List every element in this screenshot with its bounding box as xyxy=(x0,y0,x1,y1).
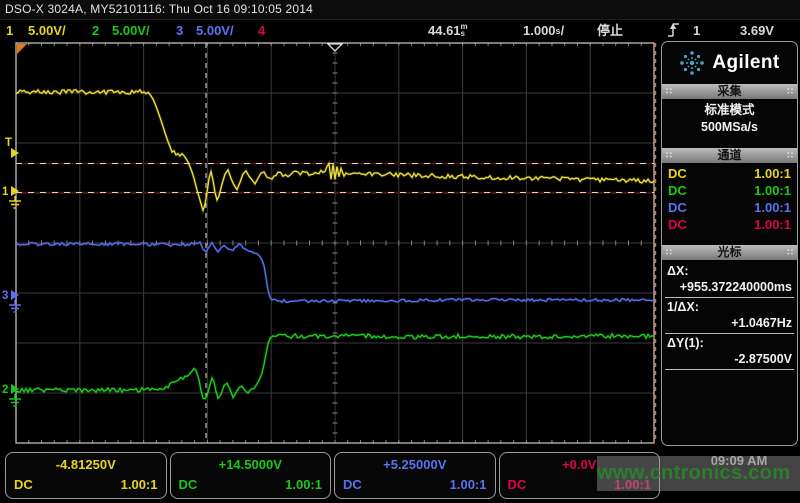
channel-2-ref-label: 2 xyxy=(2,384,8,396)
footer-channel-box-1[interactable]: -4.81250VDC 1.00:1 xyxy=(5,452,167,499)
watermark-text: www.cntronics.com xyxy=(597,462,790,485)
channel-1-ref-label: 1 xyxy=(2,186,9,198)
sample-rate: 500MSa/s xyxy=(662,119,797,136)
watermark-banner: www.cntronics.com xyxy=(597,456,800,491)
cursor-label: ΔY(1): xyxy=(667,335,792,351)
coupling: DC xyxy=(668,216,687,233)
brand-name: Agilent xyxy=(712,52,779,74)
ground-icon xyxy=(9,300,21,312)
sidebar-channel-row-2[interactable]: DC 1.00:1 xyxy=(662,182,797,199)
section-title: 通道 xyxy=(672,148,788,163)
cursor-label: 1/ΔX: xyxy=(667,299,792,315)
coupling: DC xyxy=(179,475,198,495)
time-reference-marker xyxy=(328,44,342,51)
probe-ratio: 1.00:1 xyxy=(754,165,791,182)
trigger-offscreen-arrow xyxy=(17,44,27,54)
probe-ratio: 1.00:1 xyxy=(754,182,791,199)
coupling: DC xyxy=(343,475,362,495)
probe-ratio: 1.00:1 xyxy=(450,475,487,495)
cursor-readout-3: ΔY(1):-2.87500V xyxy=(665,334,794,370)
trigger-level[interactable]: 3.69V xyxy=(740,20,774,41)
probe-ratio: 1.00:1 xyxy=(754,216,791,233)
coupling: DC xyxy=(668,165,687,182)
grip-icon: ∷ xyxy=(787,148,793,163)
channel-measurement: +14.5000V xyxy=(179,455,323,475)
probe-ratio: 1.00:1 xyxy=(285,475,322,495)
agilent-logo-icon xyxy=(679,50,705,76)
sidebar-panel: Agilent ∷ 采集 ∷ 标准模式 500MSa/s ∷ 通道 ∷ DC 1.… xyxy=(661,41,798,446)
coupling: DC xyxy=(668,182,687,199)
footer-channel-boxes: -4.81250VDC1.00:1+14.5000VDC1.00:1+5.250… xyxy=(5,452,660,499)
grip-icon: ∷ xyxy=(787,84,793,99)
section-title: 光标 xyxy=(672,245,788,260)
ground-icon xyxy=(9,196,21,208)
coupling: DC xyxy=(668,199,687,216)
trigger-slope-icon xyxy=(666,20,681,41)
footer-channel-box-2[interactable]: +14.5000VDC 1.00:1 xyxy=(170,452,332,499)
section-header-cursors[interactable]: ∷ 光标 ∷ xyxy=(662,245,797,260)
brand-row: Agilent xyxy=(662,42,797,84)
scope-display: T 1 3 2 xyxy=(0,0,662,452)
oscilloscope-screen: DSO-X 3024A, MY52101116: Thu Oct 16 09:1… xyxy=(0,0,800,503)
footer-channel-box-3[interactable]: +5.25000VDC 1.00:1 xyxy=(334,452,496,499)
channel-1-ref-marker xyxy=(11,186,19,196)
section-header-acquisition[interactable]: ∷ 采集 ∷ xyxy=(662,84,797,99)
coupling: DC xyxy=(508,475,527,495)
cursor-readout-1: ΔX:+955.372240000ms xyxy=(665,262,794,298)
sidebar-channel-row-1[interactable]: DC 1.00:1 xyxy=(662,165,797,182)
trigger-level-label: T xyxy=(5,137,12,149)
ground-icon xyxy=(9,394,21,406)
sidebar-channel-row-4[interactable]: DC 1.00:1 xyxy=(662,216,797,233)
trigger-level-marker xyxy=(11,148,19,158)
channel-3-ref-label: 3 xyxy=(2,290,8,302)
cursor-value: +1.0467Hz xyxy=(667,315,792,331)
acquisition-info: 标准模式 500MSa/s xyxy=(662,99,797,138)
cursor-readouts: ΔX:+955.372240000ms1/ΔX:+1.0467HzΔY(1):-… xyxy=(662,260,797,370)
cursor-value: -2.87500V xyxy=(667,351,792,367)
cursor-value: +955.372240000ms xyxy=(667,279,792,295)
grip-icon: ∷ xyxy=(787,245,793,260)
channel-measurement: -4.81250V xyxy=(14,455,158,475)
channel-3-ref-marker xyxy=(11,290,19,300)
sidebar-channel-row-3[interactable]: DC 1.00:1 xyxy=(662,199,797,216)
channel-coupling-list: DC 1.00:1 DC 1.00:1 DC 1.00:1 DC 1.00:1 xyxy=(662,163,797,237)
channel-measurement: +5.25000V xyxy=(343,455,487,475)
probe-ratio: 1.00:1 xyxy=(121,475,158,495)
cursor-label: ΔX: xyxy=(667,263,792,279)
acquisition-mode: 标准模式 xyxy=(662,102,797,119)
coupling: DC xyxy=(14,475,33,495)
cursor-readout-2: 1/ΔX:+1.0467Hz xyxy=(665,298,794,334)
section-title: 采集 xyxy=(672,84,788,99)
section-header-channels[interactable]: ∷ 通道 ∷ xyxy=(662,148,797,163)
trigger-source[interactable]: 1 xyxy=(693,20,700,41)
probe-ratio: 1.00:1 xyxy=(754,199,791,216)
